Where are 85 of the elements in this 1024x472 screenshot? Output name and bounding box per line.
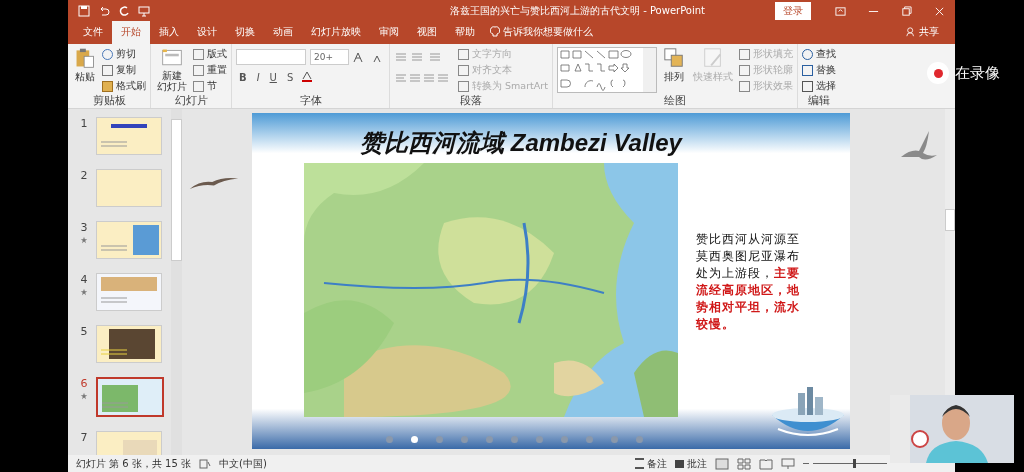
shapes-gallery[interactable] <box>556 47 657 93</box>
ribbon-tab[interactable]: 幻灯片放映 <box>302 21 370 44</box>
slide-nav-dot[interactable] <box>561 436 568 443</box>
notes-button[interactable]: 备注 <box>635 456 667 471</box>
undo-icon[interactable] <box>98 5 110 17</box>
slide-number: 7 <box>80 431 88 444</box>
slide-nav-dot[interactable] <box>436 436 443 443</box>
font-size-field[interactable]: 20+ <box>310 49 349 65</box>
format-button[interactable]: I <box>253 71 263 83</box>
slide-nav-dot[interactable] <box>461 436 468 443</box>
slide-number: 5 <box>80 325 88 338</box>
format-button[interactable]: U <box>266 71 280 83</box>
ribbon-display-icon[interactable] <box>835 5 846 17</box>
slide-thumbnail[interactable] <box>96 377 164 417</box>
slide-number: 1 <box>80 117 88 130</box>
ribbon-tab[interactable]: 设计 <box>188 21 226 44</box>
lightbulb-icon <box>490 26 500 38</box>
slide-number: 6 <box>80 377 88 390</box>
clipboard-command[interactable]: 复制 <box>102 63 146 78</box>
group-label: 绘图 <box>662 95 687 108</box>
normal-view-icon[interactable] <box>715 457 729 470</box>
font-color-icon[interactable] <box>300 71 315 83</box>
presentation-icon[interactable] <box>138 5 150 17</box>
language-indicator[interactable]: 中文(中国) <box>219 456 267 471</box>
slide-number: 2 <box>80 169 88 182</box>
save-icon[interactable] <box>78 5 90 17</box>
new-slide-button[interactable]: 新建 幻灯片 <box>155 47 189 95</box>
group-label: 幻灯片 <box>173 95 209 108</box>
ribbon-tab[interactable]: 切换 <box>226 21 264 44</box>
slide-title: 赞比西河流域 Zambezi Valley <box>360 128 682 158</box>
editing-command[interactable]: 选择 <box>801 79 836 94</box>
ribbon-tab[interactable]: 帮助 <box>446 21 484 44</box>
slide-number: 4 <box>80 273 88 286</box>
clipboard-command[interactable]: 格式刷 <box>102 79 146 94</box>
font-name-field[interactable] <box>236 49 306 65</box>
close-icon[interactable] <box>934 5 945 17</box>
editing-command[interactable]: 查找 <box>801 47 836 62</box>
ribbon-tab[interactable]: 文件 <box>74 21 112 44</box>
slide-command[interactable]: 版式 <box>193 47 227 62</box>
editing-command[interactable]: 替换 <box>801 63 836 78</box>
slide-nav-dot[interactable] <box>411 436 418 443</box>
group-label: 剪贴板 <box>91 95 127 108</box>
group-label: 字体 <box>298 95 323 108</box>
tell-me-search[interactable]: 告诉我你想要做什么 <box>484 25 599 44</box>
ribbon-tab[interactable]: 视图 <box>408 21 446 44</box>
person-icon <box>906 26 916 38</box>
arrange-button[interactable]: 排列 <box>660 47 687 95</box>
slide-nav-dot[interactable] <box>511 436 518 443</box>
group-label: 段落 <box>458 95 483 108</box>
comments-button[interactable]: 批注 <box>675 456 707 471</box>
slide-nav-dot[interactable] <box>386 436 393 443</box>
ribbon-tab[interactable]: 审阅 <box>370 21 408 44</box>
scrollbar-thumb[interactable] <box>945 209 955 231</box>
restore-icon[interactable] <box>901 5 912 17</box>
slide-sorter-icon[interactable] <box>737 457 751 470</box>
spelling-icon[interactable] <box>199 458 211 469</box>
slide-nav-dot[interactable] <box>536 436 543 443</box>
arrange-icon <box>662 47 685 69</box>
slideshow-icon[interactable] <box>781 457 795 470</box>
format-button[interactable]: S <box>283 71 297 83</box>
slide-nav-dot[interactable] <box>636 436 643 443</box>
slide-number: 3 <box>80 221 88 234</box>
slide-nav-dot[interactable] <box>486 436 493 443</box>
redo-icon[interactable] <box>118 5 130 17</box>
slide-nav-dot[interactable] <box>611 436 618 443</box>
slide-nav-dot[interactable] <box>586 436 593 443</box>
slide-count: 幻灯片 第 6 张，共 15 张 <box>76 456 191 471</box>
slide-command[interactable]: 重置 <box>193 63 227 78</box>
window-title: 洛兹王国的兴亡与赞比西河上游的古代文明 - PowerPoint <box>449 4 706 18</box>
slide-body-text: 赞比西河从河源至莫西奥图尼亚瀑布处为上游段，主要流经高原地区，地势相对平坦，流水较慢。 <box>696 231 801 333</box>
paste-button[interactable]: 粘贴 <box>72 47 98 95</box>
ribbon-tab[interactable]: 开始 <box>112 21 150 44</box>
ribbon-tab[interactable]: 动画 <box>264 21 302 44</box>
ribbon-tab[interactable]: 插入 <box>150 21 188 44</box>
slide-command[interactable]: 节 <box>193 79 227 94</box>
login-button[interactable]: 登录 <box>775 2 811 20</box>
recording-label: 在录像 <box>955 64 1000 83</box>
group-label: 编辑 <box>806 95 831 108</box>
clipboard-icon <box>74 47 96 69</box>
share-button[interactable]: 共享 <box>900 25 955 44</box>
brush-icon <box>701 47 724 69</box>
clipboard-command[interactable]: 剪切 <box>102 47 146 62</box>
reading-view-icon[interactable] <box>759 457 773 470</box>
format-button[interactable]: B <box>236 71 250 83</box>
scrollbar-thumb[interactable] <box>171 119 182 261</box>
